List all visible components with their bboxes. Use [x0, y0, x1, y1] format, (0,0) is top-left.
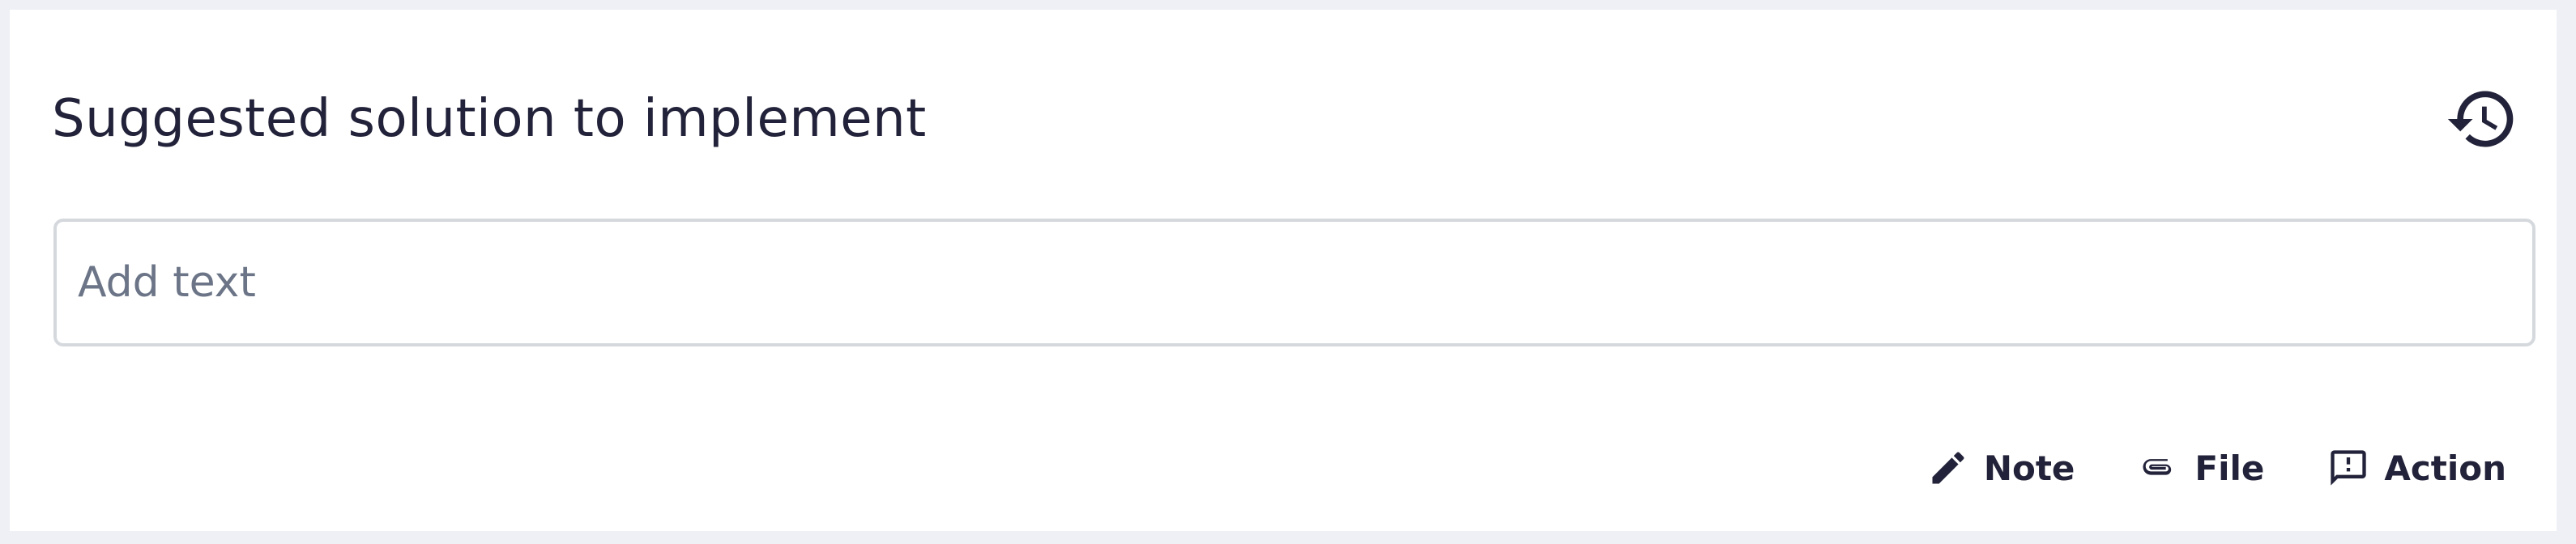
- attach-file-button[interactable]: File: [2130, 440, 2272, 495]
- history-icon: [2447, 91, 2514, 147]
- section-title: Suggested solution to implement: [52, 89, 927, 149]
- solution-card: Suggested solution to implement Note Fil…: [10, 10, 2557, 531]
- history-button[interactable]: [2443, 80, 2521, 158]
- feedback-icon: [2331, 450, 2367, 486]
- solution-text-input[interactable]: [78, 258, 2511, 307]
- paperclip-icon: [2143, 459, 2172, 475]
- card-header: Suggested solution to implement: [52, 66, 2514, 172]
- add-action-label: Action: [2384, 448, 2506, 488]
- solution-text-field[interactable]: [53, 219, 2535, 346]
- attach-file-label: File: [2194, 448, 2265, 488]
- add-note-label: Note: [1983, 448, 2075, 488]
- add-action-button[interactable]: Action: [2319, 440, 2514, 495]
- pencil-icon: [1932, 452, 1964, 484]
- attachment-actions: Note File Action: [1919, 427, 2514, 508]
- add-note-button[interactable]: Note: [1919, 440, 2083, 495]
